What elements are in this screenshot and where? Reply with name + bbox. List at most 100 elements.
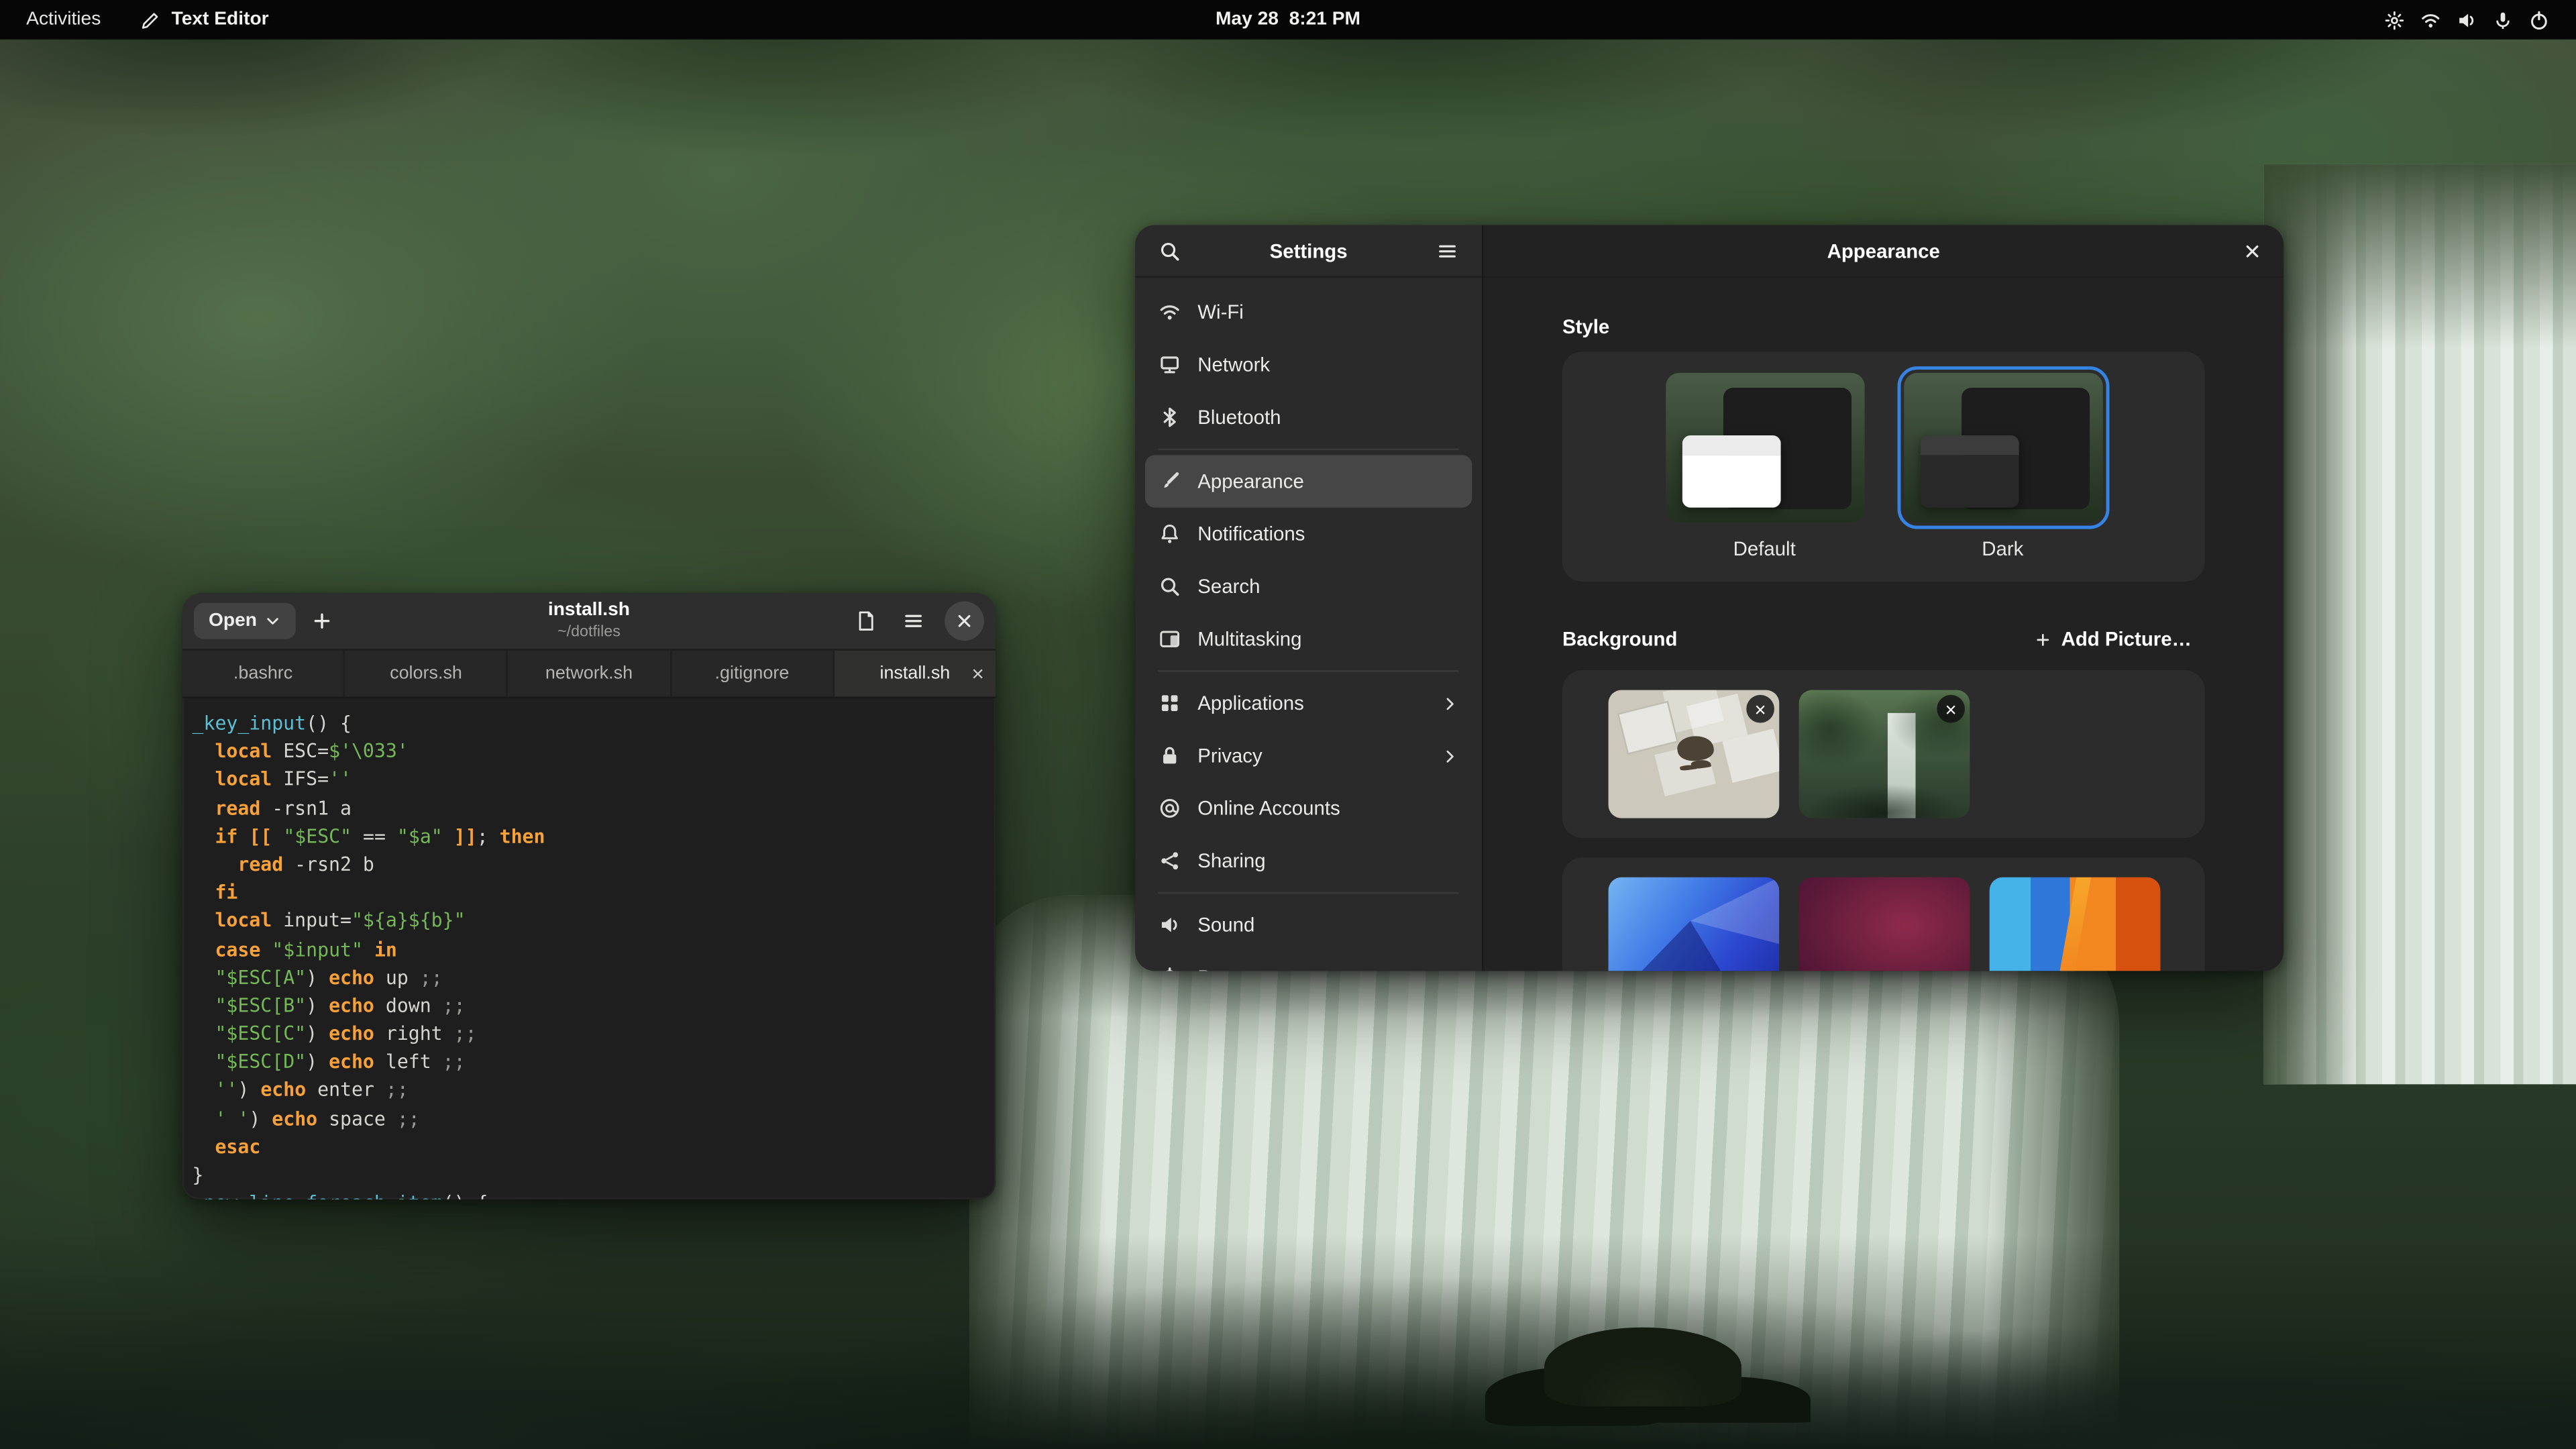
remove-background-button[interactable]: × bbox=[1937, 695, 1965, 723]
power-icon bbox=[2528, 9, 2550, 30]
code-editor-area[interactable]: _key_input() { local ESC=$'\033' local I… bbox=[182, 698, 996, 1199]
editor-title-block: install.sh ~/dotfiles bbox=[548, 600, 630, 642]
add-picture-button[interactable]: Add Picture… bbox=[2020, 621, 2204, 657]
system-tray[interactable] bbox=[2371, 6, 2563, 34]
code-line: "$ESC[D") echo left ;; bbox=[193, 1049, 983, 1077]
editor-close-button[interactable] bbox=[945, 601, 984, 641]
sidebar-item-label: Applications bbox=[1197, 692, 1424, 714]
editor-menu-button[interactable] bbox=[892, 600, 935, 643]
tab-label: .gitignore bbox=[714, 663, 789, 683]
microphone-icon bbox=[2492, 9, 2514, 30]
editor-tab-network-sh[interactable]: network.sh bbox=[508, 651, 672, 697]
editor-title: install.sh bbox=[548, 600, 630, 623]
appearance-icon bbox=[1159, 470, 1181, 492]
sidebar-item-online-accounts[interactable]: Online Accounts bbox=[1145, 782, 1472, 835]
tab-close-button[interactable]: × bbox=[971, 663, 984, 684]
editor-tab--bashrc[interactable]: .bashrc bbox=[182, 651, 345, 697]
sound-icon bbox=[1159, 914, 1181, 936]
sidebar-item-privacy[interactable]: Privacy bbox=[1145, 729, 1472, 782]
background-thumb-cyan-orange-split[interactable] bbox=[1990, 877, 2161, 971]
code-line: "$ESC[B") echo down ;; bbox=[193, 992, 983, 1020]
top-bar-left: Activities Text Editor bbox=[13, 7, 269, 33]
close-icon bbox=[955, 611, 974, 631]
settings-sidebar-title: Settings bbox=[1270, 239, 1348, 262]
document-icon bbox=[854, 610, 877, 633]
sidebar-item-network[interactable]: Network bbox=[1145, 338, 1472, 390]
code-line: case "$input" in bbox=[193, 936, 983, 964]
sidebar-item-sharing[interactable]: Sharing bbox=[1145, 835, 1472, 887]
sidebar-item-power[interactable]: Power bbox=[1145, 951, 1472, 971]
sidebar-item-label: Appearance bbox=[1197, 470, 1458, 492]
editor-tab-colors-sh[interactable]: colors.sh bbox=[345, 651, 508, 697]
sidebar-item-search[interactable]: Search bbox=[1145, 560, 1472, 612]
tab-label: install.sh bbox=[879, 663, 950, 683]
search-icon bbox=[1159, 239, 1181, 262]
remove-background-button[interactable]: × bbox=[1746, 695, 1774, 723]
close-icon bbox=[955, 611, 974, 631]
desktop: Activities Text Editor May 28 8:21 PM Op… bbox=[0, 0, 2576, 1449]
style-option-label: Dark bbox=[1982, 537, 2023, 560]
background-thumb-maroon-gradient[interactable] bbox=[1799, 877, 1970, 971]
side-panel-button[interactable] bbox=[845, 600, 888, 643]
editor-tab-install-sh[interactable]: install.sh × bbox=[835, 651, 996, 697]
sidebar-item-multitasking[interactable]: Multitasking bbox=[1145, 612, 1472, 665]
chevron-down-icon bbox=[265, 612, 281, 629]
pencil-icon bbox=[140, 9, 162, 30]
style-option-dark[interactable]: Dark bbox=[1903, 373, 2102, 560]
activities-button[interactable]: Activities bbox=[13, 7, 114, 33]
sidebar-item-label: Privacy bbox=[1197, 744, 1424, 767]
focused-app-indicator[interactable]: Text Editor bbox=[140, 9, 269, 30]
clock-button[interactable]: May 28 8:21 PM bbox=[1199, 7, 1377, 33]
style-thumb-default[interactable] bbox=[1665, 373, 1864, 523]
sidebar-item-bluetooth[interactable]: Bluetooth bbox=[1145, 391, 1472, 443]
settings-close-button[interactable] bbox=[2235, 233, 2271, 269]
code-line: } bbox=[193, 1161, 983, 1189]
background-thumb-blue-facets[interactable] bbox=[1609, 877, 1780, 971]
settings-menu-button[interactable] bbox=[1428, 231, 1467, 270]
code-line: read -rsn1 a bbox=[193, 794, 983, 822]
sidebar-item-appearance[interactable]: Appearance bbox=[1145, 455, 1472, 507]
code-line: local IFS='' bbox=[193, 766, 983, 794]
sidebar-item-label: Power bbox=[1197, 966, 1458, 971]
sidebar-item-label: Search bbox=[1197, 575, 1458, 598]
style-preview-window bbox=[1920, 435, 2019, 508]
code-line: "$ESC[C") echo right ;; bbox=[193, 1020, 983, 1049]
background-section-header: Background Add Picture… bbox=[1562, 621, 2205, 657]
plus-icon bbox=[2033, 630, 2051, 648]
code-line: if [[ "$ESC" == "$a" ]]; then bbox=[193, 822, 983, 851]
sidebar-item-sound[interactable]: Sound bbox=[1145, 899, 1472, 951]
code-line: _key_input() { bbox=[193, 710, 983, 738]
sidebar-item-wi-fi[interactable]: Wi-Fi bbox=[1145, 286, 1472, 338]
background-thumb-forest-waterfall[interactable]: × bbox=[1799, 690, 1970, 818]
power-icon bbox=[1159, 966, 1181, 971]
sidebar-item-applications[interactable]: Applications bbox=[1145, 677, 1472, 729]
editor-tab--gitignore[interactable]: .gitignore bbox=[672, 651, 835, 697]
search-icon bbox=[1159, 575, 1181, 598]
appearance-panel-body: Style DefaultDark Background Add Picture… bbox=[1483, 276, 2284, 971]
code-line: local input="${a}${b}" bbox=[193, 908, 983, 936]
open-button[interactable]: Open bbox=[194, 603, 297, 639]
settings-search-button[interactable] bbox=[1150, 231, 1189, 270]
document-icon bbox=[854, 610, 877, 633]
sidebar-item-label: Network bbox=[1197, 354, 1458, 376]
editor-subtitle: ~/dotfiles bbox=[548, 623, 630, 642]
plus-icon bbox=[311, 610, 334, 633]
tab-label: network.sh bbox=[545, 663, 633, 683]
background-section-label: Background bbox=[1562, 628, 1677, 651]
background-thumb-sketch-horse[interactable]: × bbox=[1609, 690, 1780, 818]
sidebar-item-label: Notifications bbox=[1197, 523, 1458, 545]
chevron-right-icon bbox=[1441, 694, 1459, 712]
wallpaper-turtle bbox=[1544, 1328, 1741, 1407]
add-picture-label: Add Picture… bbox=[2061, 628, 2192, 651]
style-option-label: Default bbox=[1733, 537, 1796, 560]
new-tab-button[interactable] bbox=[301, 600, 344, 643]
sidebar-item-label: Multitasking bbox=[1197, 628, 1458, 651]
sidebar-separator bbox=[1159, 670, 1459, 672]
sidebar-item-notifications[interactable]: Notifications bbox=[1145, 508, 1472, 560]
settings-sidebar-list: Wi-Fi Network Bluetooth Appearance Notificat… bbox=[1135, 276, 1482, 971]
menu-icon bbox=[1436, 239, 1458, 262]
style-option-default[interactable]: Default bbox=[1665, 373, 1864, 560]
wallpaper-rocks bbox=[0, 1236, 2576, 1449]
style-options-card: Default Dark bbox=[1562, 352, 2205, 582]
style-thumb-dark[interactable] bbox=[1903, 373, 2102, 523]
